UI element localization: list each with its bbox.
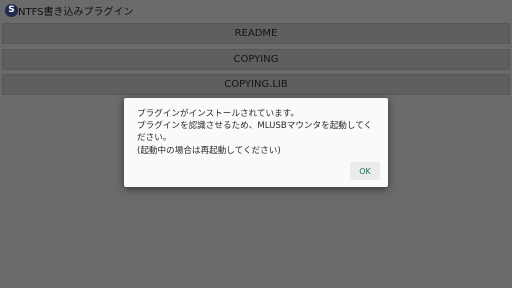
ok-button[interactable]: OK xyxy=(350,162,380,180)
dialog-message-line: ださい。 xyxy=(137,133,172,144)
dialog-message-line: プラグインがインストールされています。 xyxy=(137,109,299,119)
dialog-message-line: (起動中の場合は再起動してください) xyxy=(137,145,281,156)
dialog-message-line: プラグインを認識させるため、MLUSBマウンタを起動してく xyxy=(137,121,373,132)
dialog-message: プラグインがインストールされています。 プラグインを認識させるため、MLUSBマ… xyxy=(137,108,382,157)
app-window: S NTFS書き込みプラグイン README COPYING COPYING.L… xyxy=(0,0,512,288)
install-dialog: プラグインがインストールされています。 プラグインを認識させるため、MLUSBマ… xyxy=(124,98,388,187)
